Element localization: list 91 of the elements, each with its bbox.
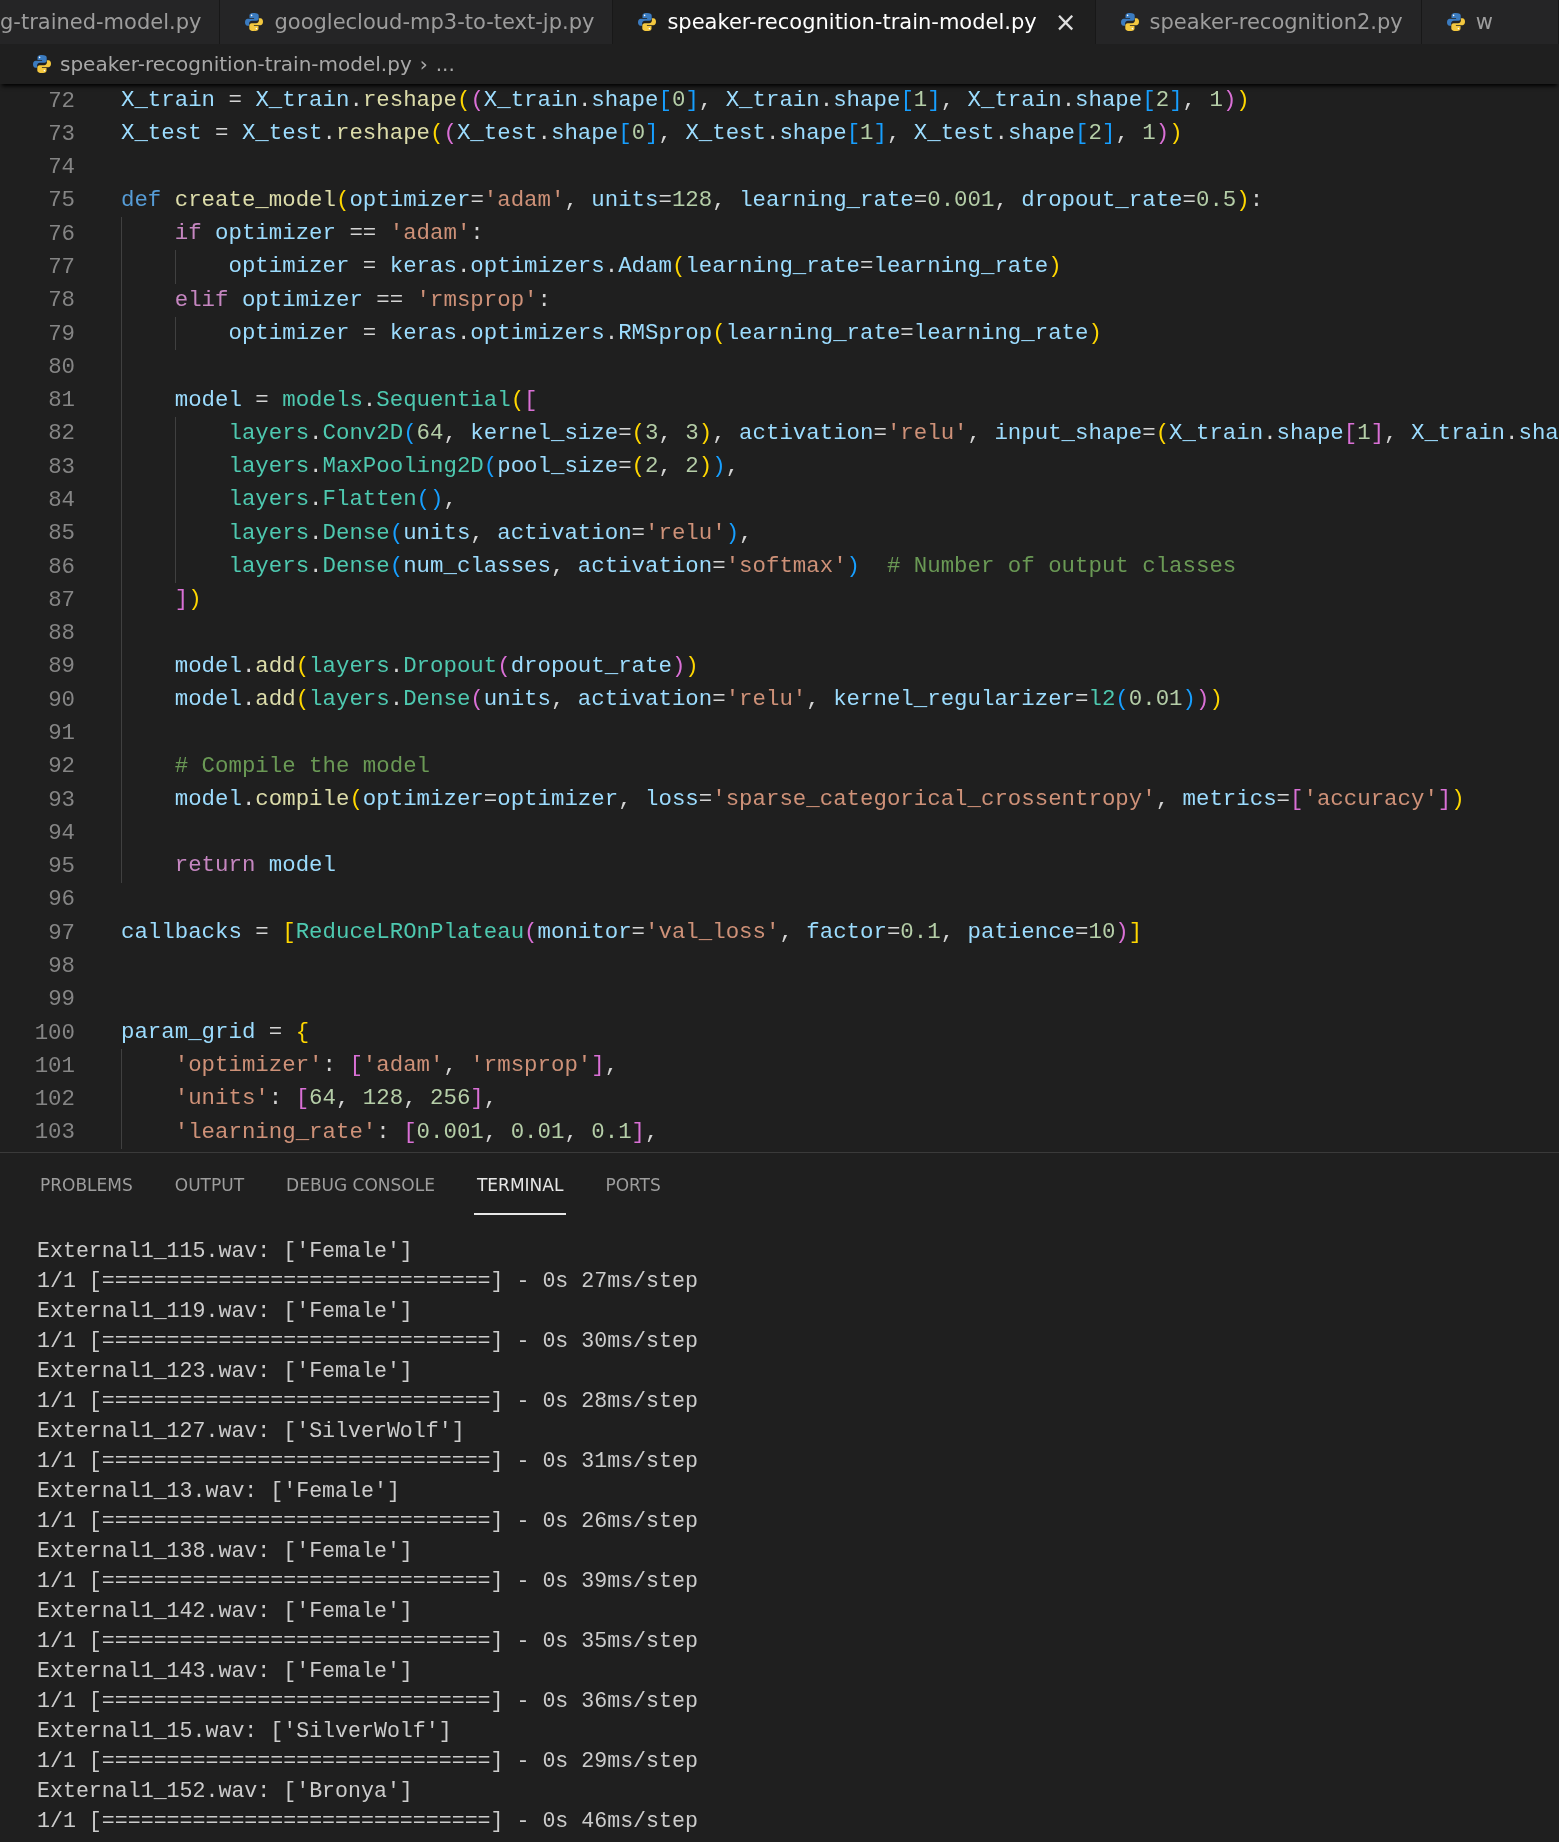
close-icon[interactable]: × — [1054, 7, 1077, 37]
terminal-line: External1_123.wav: ['Female'] — [37, 1358, 414, 1385]
code-line: # Compile the model — [174, 751, 431, 781]
code-line: layers.Conv2D(64, kernel_size=(3, 3), activation='relu', input_shape=(X_train.shape[1], X_train.sha — [228, 418, 1559, 448]
terminal-line: 1/1 [==============================] - 0s 35ms/step — [37, 1628, 699, 1655]
line-number: 89 — [47, 653, 75, 680]
line-number: 90 — [47, 686, 75, 713]
panel-tab[interactable]: PORTS — [602, 1167, 664, 1215]
line-number: 88 — [47, 620, 75, 647]
terminal-line: 1/1 [==============================] - 0s 30ms/step — [37, 1328, 699, 1355]
terminal-line: 1/1 [==============================] - 0s 46ms/step — [37, 1808, 699, 1835]
terminal-line: 1/1 [==============================] - 0s 28ms/step — [37, 1388, 699, 1415]
code-line: 'units': [64, 128, 256], — [174, 1084, 498, 1114]
terminal-line: External1_15.wav: ['SilverWolf'] — [37, 1718, 453, 1745]
editor-tab[interactable]: w — [1421, 0, 1559, 44]
line-number: 96 — [47, 886, 75, 913]
code-line: if optimizer == 'adam': — [174, 219, 484, 249]
panel-tab[interactable]: OUTPUT — [171, 1167, 248, 1215]
line-number: 82 — [47, 420, 75, 447]
line-number: 78 — [47, 287, 75, 314]
line-number: 91 — [47, 720, 75, 746]
editor-tab[interactable]: speaker-recognition2.py — [1095, 0, 1422, 44]
line-number: 79 — [47, 320, 75, 347]
line-number: 99 — [47, 986, 75, 1013]
code-line: optimizer = keras.optimizers.RMSprop(learning_rate=learning_rate) — [228, 318, 1102, 348]
code-line: model.add(layers.Dense(units, activation='relu', kernel_regularizer=l2(0.01))) — [174, 685, 1223, 715]
code-line: 'learning_rate': [0.001, 0.01, 0.1], — [174, 1117, 659, 1147]
terminal-line: External1_143.wav: ['Female'] — [37, 1658, 414, 1685]
code-line: layers.Dense(num_classes, activation='softmax') # Number of output classes — [228, 551, 1237, 581]
code-line: 'optimizer': ['adam', 'rmsprop'], — [174, 1051, 619, 1081]
terminal-line: 1/1 [==============================] - 0s 31ms/step — [37, 1448, 699, 1475]
line-number: 72 — [47, 87, 75, 114]
line-number: 101 — [33, 1052, 75, 1079]
line-number: 75 — [47, 187, 75, 214]
code-line: layers.Dense(units, activation='relu'), — [228, 518, 753, 548]
line-number: 74 — [47, 154, 75, 181]
line-number: 98 — [47, 952, 75, 979]
code-line: layers.Flatten(), — [228, 485, 457, 515]
breadcrumb-item[interactable]: speaker-recognition-train-model.py — [60, 52, 412, 76]
panel-tab[interactable]: TERMINAL — [473, 1167, 567, 1215]
terminal-line: 1/1 [==============================] - 0s 36ms/step — [37, 1688, 699, 1715]
code-line: elif optimizer == 'rmsprop': — [174, 285, 551, 315]
code-line: model.add(layers.Dropout(dropout_rate)) — [174, 651, 699, 681]
panel-tab[interactable]: DEBUG CONSOLE — [283, 1167, 438, 1215]
line-number: 97 — [47, 919, 75, 946]
line-number: 73 — [47, 120, 75, 147]
editor-tab[interactable]: speaker-recognition-train-model.py × — [613, 0, 1096, 44]
code-line: def create_model(optimizer='adam', units=128, learning_rate=0.001, dropout_rate=0.5): — [121, 185, 1264, 215]
editor-tab[interactable]: g-trained-model.py — [0, 0, 221, 44]
line-number: 93 — [47, 786, 75, 813]
line-number: 102 — [33, 1086, 75, 1113]
chevron-icon: › — [419, 52, 428, 76]
code-line: optimizer = keras.optimizers.Adam(learning_rate=learning_rate) — [228, 252, 1062, 282]
terminal-line: External1_138.wav: ['Female'] — [37, 1538, 414, 1565]
code-line: model = models.Sequential([ — [174, 385, 538, 415]
line-number: 85 — [47, 520, 75, 547]
code-line: X_test = X_test.reshape((X_test.shape[0], X_test.shape[1], X_test.shape[2], 1)) — [121, 119, 1183, 149]
terminal-line: 1/1 [==============================] - 0s 27ms/step — [37, 1268, 699, 1295]
line-number: 103 — [33, 1119, 75, 1146]
terminal-line: 1/1 [==============================] - 0s 29ms/step — [37, 1748, 699, 1775]
editor-tab[interactable]: googlecloud-mp3-to-text-jp.py — [220, 0, 614, 44]
code-line: model.compile(optimizer=optimizer, loss='sparse_categorical_crossentropy', metrics=['accuracy']) — [174, 784, 1465, 814]
line-number: 100 — [33, 1019, 75, 1046]
panel-tab[interactable]: PROBLEMS — [37, 1167, 136, 1215]
terminal-line: 1/1 [==============================] - 0s 26ms/step — [37, 1508, 699, 1535]
line-number: 87 — [47, 586, 75, 613]
terminal-line: External1_142.wav: ['Female'] — [37, 1598, 414, 1625]
terminal-line: External1_152.wav: ['Bronya'] — [37, 1778, 414, 1805]
terminal-line: External1_127.wav: ['SilverWolf'] — [37, 1418, 466, 1445]
code-line: callbacks = [ReduceLROnPlateau(monitor='val_loss', factor=0.1, patience=10)] — [121, 918, 1143, 948]
terminal-line: 1/1 [==============================] - 0s 39ms/step — [37, 1568, 699, 1595]
code-line: ]) — [174, 585, 202, 615]
python-icon — [32, 54, 52, 74]
line-number: 86 — [47, 553, 75, 580]
line-number: 94 — [47, 819, 75, 846]
code-line: X_train = X_train.reshape((X_train.shape[0], X_train.shape[1], X_train.shape[2], 1)) — [121, 86, 1250, 115]
code-line: return model — [174, 851, 336, 881]
terminal-line: External1_119.wav: ['Female'] — [37, 1298, 414, 1325]
line-number: 81 — [47, 387, 75, 414]
terminal-line: External1_13.wav: ['Female'] — [37, 1478, 401, 1505]
line-number: 80 — [47, 353, 75, 380]
line-number: 76 — [47, 220, 75, 247]
line-number: 95 — [47, 853, 75, 880]
terminal-line: External1_115.wav: ['Female'] — [37, 1238, 414, 1265]
line-number: 83 — [47, 453, 75, 480]
line-number: 77 — [47, 254, 75, 281]
line-number: 84 — [47, 487, 75, 513]
code-line: layers.MaxPooling2D(pool_size=(2, 2)), — [228, 452, 740, 482]
code-line: param_grid = { — [121, 1017, 310, 1047]
breadcrumb-item[interactable]: ... — [435, 52, 455, 76]
line-number: 92 — [47, 753, 75, 780]
